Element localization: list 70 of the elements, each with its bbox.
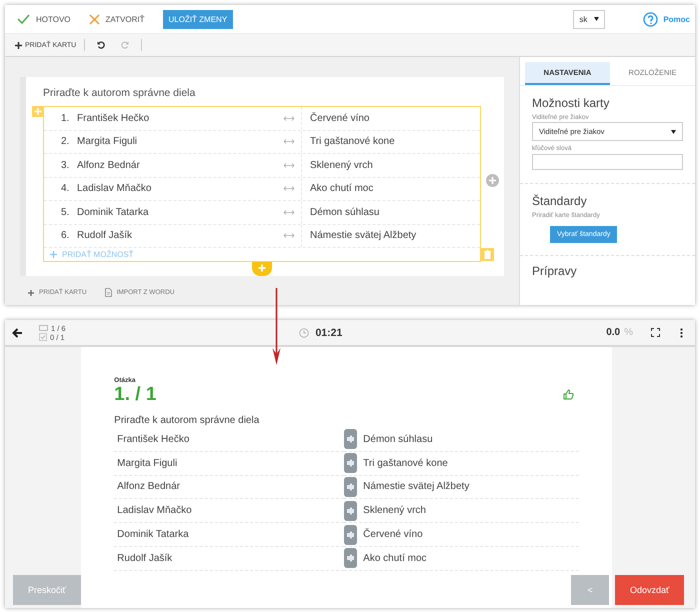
plus-icon <box>50 251 57 258</box>
section-title: Štandardy <box>532 194 588 208</box>
double-arrow-icon <box>283 139 295 144</box>
row-number: 1. <box>61 112 70 124</box>
work-item[interactable]: Tri gaštanové kone <box>363 458 448 469</box>
work-item[interactable]: Sklenený vrch <box>363 505 426 516</box>
drag-handle-icon[interactable] <box>344 429 358 450</box>
work-item[interactable]: Námestie svätej Alžbety <box>363 481 470 492</box>
keywords-field[interactable] <box>532 154 683 170</box>
work-item[interactable]: Ako chutí moc <box>363 552 427 564</box>
undo-icon[interactable] <box>97 41 106 49</box>
row-number: 6. <box>61 230 70 242</box>
work-cell[interactable]: Tri gaštanové kone <box>301 130 480 153</box>
work-cell[interactable]: Ako chutí moc <box>301 178 480 200</box>
author-cell[interactable]: Rudolf Jašík <box>77 230 277 242</box>
help-icon <box>643 12 658 26</box>
section-title: Prípravy <box>532 264 578 278</box>
monitor-icon <box>39 324 48 332</box>
question-text: Priraďte k autorom správne diela <box>43 87 196 99</box>
author-cell[interactable]: Margita Figuli <box>77 136 277 148</box>
drag-handle-icon[interactable] <box>344 524 358 545</box>
work-cell[interactable]: Démon súhlasu <box>301 201 480 224</box>
section-title: Možnosti karty <box>532 96 610 110</box>
work-cell[interactable]: Námestie svätej Alžbety <box>301 224 480 247</box>
score-value: 0.0 <box>606 327 620 338</box>
menu-icon[interactable] <box>680 328 684 338</box>
work-item[interactable]: Démon súhlasu <box>363 434 433 445</box>
back-arrow-icon[interactable] <box>12 328 23 338</box>
submit-button[interactable]: Odovzdať <box>615 575 684 605</box>
double-arrow-icon <box>283 116 295 121</box>
double-arrow-icon <box>283 186 295 192</box>
caret-icon <box>594 17 600 21</box>
row-number: 2. <box>61 136 70 148</box>
double-arrow-icon <box>283 233 295 238</box>
author-cell[interactable]: Ladislav Mňačko <box>77 183 277 194</box>
drag-handle-icon[interactable] <box>344 548 358 568</box>
row-number: 3. <box>61 160 70 171</box>
question-text: Priraďte k autorom správne diela <box>114 415 260 426</box>
work-item[interactable]: Červené víno <box>363 529 423 540</box>
plus-icon <box>28 290 34 296</box>
work-cell[interactable]: Sklenený vrch <box>301 154 480 176</box>
drag-handle-icon[interactable] <box>344 476 358 497</box>
language-select[interactable]: sk <box>573 10 606 28</box>
double-arrow-icon <box>283 162 295 168</box>
timer: 01:21 <box>315 326 342 338</box>
author-cell[interactable]: František Hečko <box>77 112 277 124</box>
score-unit: % <box>624 327 634 338</box>
author-cell[interactable]: Dominik Tatarka <box>77 206 277 218</box>
plus-icon <box>15 42 22 48</box>
checkmark-icon <box>17 14 30 24</box>
row-number: 5. <box>61 206 70 218</box>
document-icon <box>104 288 112 297</box>
drag-handle-icon[interactable] <box>344 453 358 474</box>
caret-icon <box>671 130 676 134</box>
fullscreen-icon[interactable] <box>651 328 660 337</box>
close-icon <box>88 14 100 24</box>
done-button[interactable]: HOTOVO <box>17 14 71 24</box>
add-column-icon[interactable] <box>486 174 499 187</box>
work-cell[interactable]: Červené víno <box>301 107 480 130</box>
checkbox-icon <box>39 333 47 341</box>
close-button[interactable]: ZATVORIŤ <box>88 14 144 24</box>
question-number: 1. / 1 <box>114 384 156 406</box>
redo-icon[interactable] <box>121 41 130 49</box>
double-arrow-icon <box>283 210 295 215</box>
author-cell[interactable]: Alfonz Bednár <box>77 160 277 171</box>
drag-handle-icon[interactable] <box>344 500 358 521</box>
row-number: 4. <box>61 183 70 194</box>
add-below-icon[interactable] <box>252 262 272 276</box>
clock-icon <box>299 328 310 338</box>
thumbs-up-icon[interactable] <box>563 389 574 400</box>
